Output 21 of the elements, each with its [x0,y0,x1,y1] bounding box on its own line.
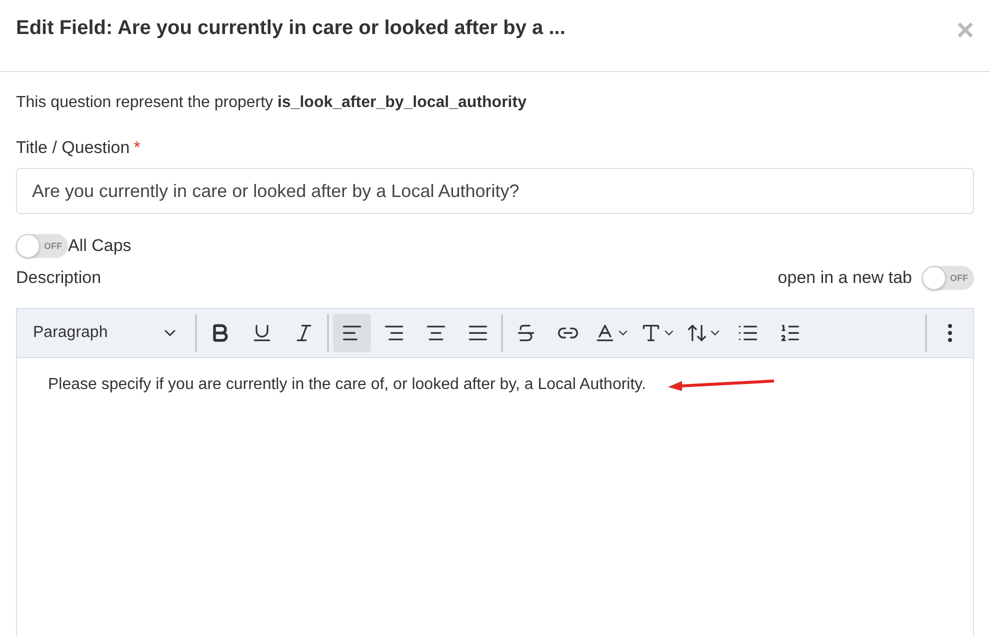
more-icon [948,324,952,342]
numbered-list-icon [779,322,801,344]
close-button[interactable]: × [956,16,974,46]
align-left-button[interactable] [333,314,371,352]
property-note: This question represent the property is_look_after_by_local_authority [16,94,528,112]
toggle-label: open in a new tab [778,268,912,288]
font-color-icon [594,322,616,344]
description-label: Description [16,268,102,288]
title-input[interactable]: Are you currently in care or looked after by a Local Authority? [16,168,974,214]
underline-icon [251,322,273,344]
strikethrough-icon [515,322,537,344]
font-size-icon [686,322,708,344]
description-text: Please specify if you are currently in the care of, or looked after by, a Local Authority. [48,376,646,394]
toggle-label: All Caps [68,236,132,256]
toggle-switch[interactable]: OFF [16,234,68,258]
toggle-switch[interactable]: OFF [922,266,974,290]
font-style-icon [640,322,662,344]
field-label: Title / Question [16,138,130,157]
paragraph-dropdown[interactable]: Paragraph [21,314,191,352]
required-mark: * [134,138,140,157]
dialog-title: Edit Field: Are you currently in care or looked after by a ... [16,17,566,40]
